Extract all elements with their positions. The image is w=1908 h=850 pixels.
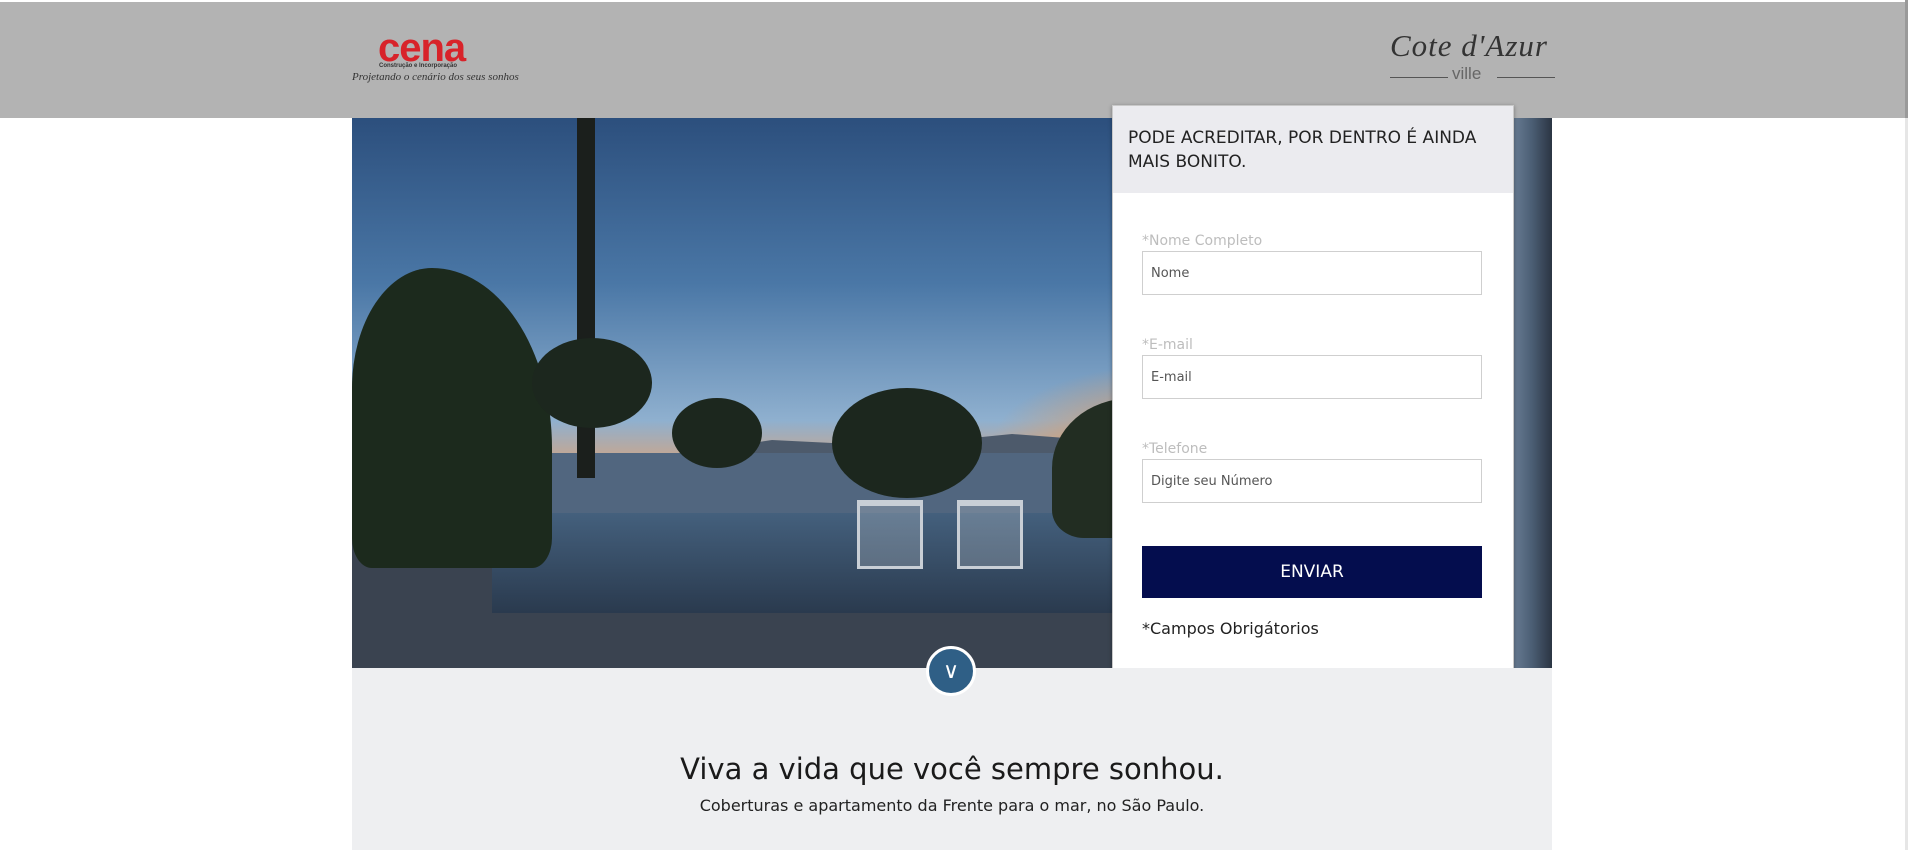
required-fields-note: *Campos Obrigátorios — [1142, 619, 1319, 638]
cote-dazur-logo[interactable]: Cote d'Azur ville — [1390, 28, 1555, 86]
email-label: *E-mail — [1142, 337, 1193, 353]
logo-divider-right — [1497, 77, 1555, 78]
cena-logo-subtitle: Construção e Incorporação — [379, 63, 458, 69]
hero-lounge-chair — [957, 500, 1023, 569]
intro-subtitle: Coberturas e apartamento da Frente para … — [699, 796, 1205, 815]
lead-form: PODE ACREDITAR, POR DENTRO É AINDA MAIS … — [1112, 105, 1514, 685]
lead-form-header: PODE ACREDITAR, POR DENTRO É AINDA MAIS … — [1113, 106, 1513, 193]
hero-tree-left — [352, 268, 552, 568]
phone-field[interactable] — [1142, 459, 1482, 503]
email-field[interactable] — [1142, 355, 1482, 399]
hero-palm-crown — [832, 388, 982, 498]
cote-dazur-logo-script: Cote d'Azur — [1390, 28, 1548, 63]
cena-logo-tagline: Projetando o cenário dos seus sonhos — [352, 71, 519, 83]
logo-divider-left — [1390, 77, 1448, 78]
cena-logo[interactable]: cena Construção e Incorporação Projetand… — [352, 26, 522, 88]
intro-title: Viva a vida que você sempre sonhou. — [680, 752, 1224, 786]
hero-palm-crown — [672, 398, 762, 468]
phone-label: *Telefone — [1142, 441, 1208, 457]
chevron-down-icon: ∨ — [942, 658, 960, 684]
submit-button[interactable]: ENVIAR — [1142, 546, 1482, 598]
scroll-down-button[interactable]: ∨ — [926, 646, 976, 696]
name-field[interactable] — [1142, 251, 1482, 295]
lead-form-title: PODE ACREDITAR, POR DENTRO É AINDA MAIS … — [1128, 128, 1477, 172]
name-label: *Nome Completo — [1142, 233, 1263, 249]
hero-lounge-chair — [857, 500, 923, 569]
cote-dazur-logo-ville: ville — [1452, 64, 1482, 83]
hero-palm-crown — [532, 338, 652, 428]
header-bar — [0, 2, 1905, 118]
